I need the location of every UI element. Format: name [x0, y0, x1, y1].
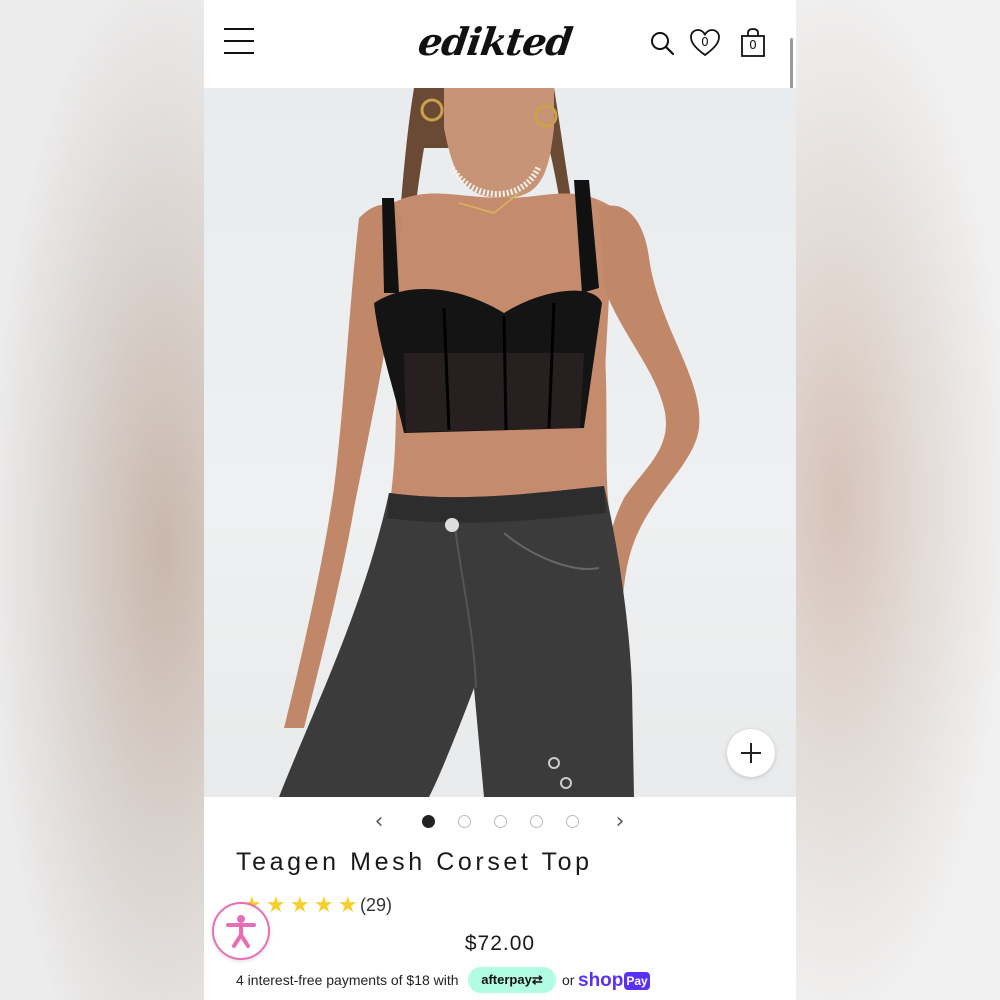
- afterpay-badge[interactable]: afterpay⇄: [468, 967, 556, 993]
- star-icon: ★: [338, 892, 358, 917]
- product-photo: [279, 88, 700, 797]
- shop-pay-badge[interactable]: shop Pay: [578, 968, 658, 994]
- installment-text: 4 interest-free payments of $18 with: [236, 972, 459, 988]
- carousel-dot-4[interactable]: [530, 815, 543, 828]
- chevron-right-icon[interactable]: ›: [610, 810, 630, 834]
- carousel-dot-2[interactable]: [458, 815, 471, 828]
- brand-logo[interactable]: edikted: [396, 14, 594, 70]
- image-carousel-nav: ‹ ›: [204, 808, 796, 836]
- carousel-dot-5[interactable]: [566, 815, 579, 828]
- review-count[interactable]: (29): [360, 895, 392, 916]
- search-icon: [651, 32, 675, 56]
- wishlist-count: 0: [701, 35, 709, 49]
- star-icon: ★: [314, 892, 334, 917]
- mobile-page: edikted 0 0 ‹ › Teagen Mesh Corset Top ★…: [204, 0, 796, 1000]
- product-image[interactable]: [204, 88, 796, 797]
- installment-payment-line: 4 interest-free payments of $18 with aft…: [236, 966, 796, 996]
- chevron-left-icon[interactable]: ‹: [369, 810, 389, 834]
- pay-label: Pay: [624, 972, 650, 990]
- product-rating[interactable]: ★ ★ ★ ★ ★ (29): [242, 893, 442, 919]
- menu-line: [224, 40, 254, 42]
- zoom-plus-icon[interactable]: [727, 729, 775, 777]
- menu-line: [224, 28, 254, 30]
- bag-count: 0: [749, 38, 757, 52]
- product-title: Teagen Mesh Corset Top: [236, 848, 593, 876]
- product-price: $72.00: [464, 932, 536, 955]
- star-icon: ★: [266, 892, 286, 917]
- background-blur-right: [796, 0, 1000, 1000]
- or-label: or: [562, 972, 575, 988]
- shopping-bag-button[interactable]: 0: [736, 26, 770, 60]
- search-button[interactable]: [646, 26, 680, 60]
- wishlist-button[interactable]: 0: [688, 26, 722, 60]
- carousel-dot-3[interactable]: [494, 815, 507, 828]
- carousel-dot-1[interactable]: [422, 815, 435, 828]
- afterpay-label: afterpay: [481, 972, 532, 987]
- star-icon: ★: [290, 892, 310, 917]
- background-blur-left: [0, 0, 204, 1000]
- menu-line: [224, 52, 254, 54]
- hamburger-menu-button[interactable]: [224, 28, 256, 58]
- shop-label: shop: [578, 970, 624, 991]
- site-header: edikted 0 0: [204, 0, 796, 88]
